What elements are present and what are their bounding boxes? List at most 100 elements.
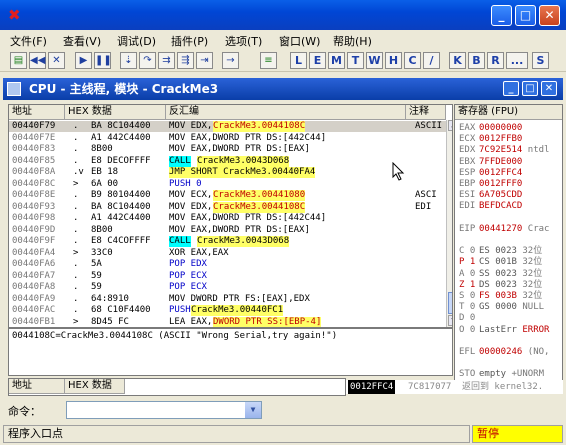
menu-options[interactable]: 选项(T): [225, 33, 262, 49]
cpu-close-button[interactable]: ✕: [541, 81, 557, 96]
rewind-icon[interactable]: ◀◀: [29, 52, 46, 69]
threads-button[interactable]: T: [347, 52, 364, 69]
register-row[interactable]: EIP 00441270 Crac: [459, 224, 549, 235]
cpu-button[interactable]: C: [404, 52, 421, 69]
register-row[interactable]: [459, 358, 479, 369]
disasm-row[interactable]: 00440F79. BA 8C104400 MOV EDX, CrackMe3.004…: [9, 121, 451, 132]
patches-button[interactable]: /: [423, 52, 440, 69]
disasm-row[interactable]: 00440FA8. 59 POP ECX: [9, 282, 451, 293]
breakpoints-button[interactable]: B: [468, 52, 485, 69]
register-row[interactable]: T 0 GS 0000 NULL: [459, 302, 544, 313]
menu-view[interactable]: 查看(V): [63, 33, 101, 49]
register-row[interactable]: D 0: [459, 313, 479, 324]
step-into-icon[interactable]: ⇣: [120, 52, 137, 69]
dump-pane[interactable]: 地址 HEX 数据: [8, 378, 346, 396]
register-row[interactable]: EDX 7C92E514 ntdl: [459, 145, 549, 156]
source-button[interactable]: S: [532, 52, 549, 69]
references-button[interactable]: R: [487, 52, 504, 69]
disasm-row[interactable]: 00440F98. A1 442C4400 MOV EAX,DWORD PTR DS…: [9, 213, 451, 224]
menu-debug[interactable]: 调试(D): [117, 33, 156, 49]
disasm-address: 00440F8E: [12, 190, 56, 200]
col-header-address[interactable]: 地址: [9, 105, 65, 120]
registers-header[interactable]: 寄存器 (FPU): [455, 105, 562, 120]
trace-into-icon[interactable]: ⇉: [158, 52, 175, 69]
disasm-row[interactable]: 00440FA4 >33C0 XOR EAX,EAX: [9, 248, 451, 259]
disasm-row[interactable]: 00440F9F. E8 C4COFFFF CALL CrackMe3.0043D06…: [9, 236, 451, 247]
dump-col-address[interactable]: 地址: [9, 379, 65, 394]
register-row[interactable]: Z 1 DS 0023 32位: [459, 280, 542, 291]
disasm-row[interactable]: 00440F9D. 8B00 MOV EAX,DWORD PTR DS:[EAX]: [9, 225, 451, 236]
disasm-row[interactable]: 00440FAC. 68 C10F4400 PUSH CrackMe3.00440FC…: [9, 305, 451, 316]
register-row[interactable]: ESI 6A705CDD: [459, 190, 522, 201]
status-message: 程序入口点: [3, 425, 470, 443]
cpu-maximize-button[interactable]: □: [522, 81, 538, 96]
chevron-down-icon[interactable]: ▼: [245, 402, 261, 418]
disasm-row[interactable]: 00440F85. E8 DECOFFFF CALL CrackMe3.0043D06…: [9, 155, 451, 167]
menu-window[interactable]: 窗口(W): [279, 33, 320, 49]
trace-over-icon[interactable]: ⇶: [177, 52, 194, 69]
disasm-row[interactable]: 00440FA9. 64:8910 MOV DWORD PTR FS:[EAX],E…: [9, 294, 451, 305]
goto-icon[interactable]: →: [222, 52, 239, 69]
menu-help[interactable]: 帮助(H): [333, 33, 372, 49]
run-trace-button[interactable]: ...: [506, 52, 528, 69]
register-row[interactable]: [459, 213, 479, 224]
windows-button[interactable]: W: [366, 52, 383, 69]
run-icon[interactable]: ▶: [75, 52, 92, 69]
memory-button[interactable]: M: [328, 52, 345, 69]
command-input[interactable]: ▼: [66, 401, 262, 419]
registers-pane[interactable]: 寄存器 (FPU) EAX 00000000 ECX 0012FFB0 EDX 7C9…: [454, 104, 563, 394]
executables-button[interactable]: E: [309, 52, 326, 69]
register-row[interactable]: P 1 CS 001B 32位: [459, 257, 542, 268]
register-row[interactable]: A 0 SS 0023 32位: [459, 269, 542, 280]
menu-file[interactable]: 文件(F): [10, 33, 47, 49]
handles-button[interactable]: H: [385, 52, 402, 69]
col-header-hex[interactable]: HEX 数据: [65, 105, 166, 120]
pause-icon[interactable]: ❚❚: [94, 52, 112, 69]
disasm-row[interactable]: 00440F83. 8B00 MOV EAX,DWORD PTR DS:[EAX]: [9, 144, 451, 155]
register-row[interactable]: EFL 00000246 (NO,: [459, 347, 549, 358]
register-name: C 0: [459, 246, 476, 257]
disasm-row[interactable]: 00440F8E. B9 80104400 MOV ECX, CrackMe3.004…: [9, 190, 451, 201]
register-row[interactable]: STO empty +UNORM: [459, 369, 544, 380]
disasm-row[interactable]: 00440F8C >6A 00 PUSH 0: [9, 179, 451, 190]
disasm-row[interactable]: 00440FA6. 5A POP EDX: [9, 259, 451, 270]
disassembly-pane[interactable]: 地址 HEX 数据 反汇编 注释 00440F79. BA 8C104400 MOV…: [8, 104, 453, 328]
stack-pane[interactable]: 0012FFC4 7C817077 返回到 kernel32.: [346, 380, 563, 394]
register-row[interactable]: EDI BEFDCACD: [459, 201, 522, 212]
register-row[interactable]: ECX 0012FFB0: [459, 134, 522, 145]
scroll-up-icon[interactable]: ▲: [448, 120, 452, 131]
list-icon[interactable]: ≡: [260, 52, 277, 69]
disasm-row[interactable]: 00440F93. BA 8C104400 MOV EDX, CrackMe3.004…: [9, 201, 451, 213]
register-row[interactable]: EBP 0012FFF0: [459, 179, 522, 190]
step-over-icon[interactable]: ↷: [139, 52, 156, 69]
register-row[interactable]: [459, 235, 479, 246]
register-row[interactable]: EBX 7FFDE000: [459, 157, 522, 168]
close-file-icon[interactable]: ✕: [48, 52, 65, 69]
register-row[interactable]: O 0 LastErr ERROR: [459, 325, 549, 336]
close-button[interactable]: ✕: [539, 5, 560, 26]
disasm-row[interactable]: 00440F8A .v EB 18 JMP SHORT CrackMe3.00440F…: [9, 167, 451, 178]
register-row[interactable]: ESP 0012FFC4: [459, 168, 522, 179]
disasm-row[interactable]: 00440FA7. 59 POP ECX: [9, 271, 451, 282]
col-header-disasm[interactable]: 反汇编: [166, 105, 406, 120]
execute-till-return-icon[interactable]: ⇥: [196, 52, 213, 69]
open-icon[interactable]: ▤: [10, 52, 27, 69]
dump-col-hex[interactable]: HEX 数据: [65, 379, 125, 394]
scroll-thumb[interactable]: [448, 292, 452, 314]
call-stack-button[interactable]: K: [449, 52, 466, 69]
disasm-row[interactable]: 00440F7E. A1 442C4400 MOV EAX,DWORD PTR DS…: [9, 133, 451, 144]
menu-plugins[interactable]: 插件(P): [171, 33, 208, 49]
register-row[interactable]: [459, 336, 479, 347]
scroll-down-icon[interactable]: ▼: [448, 315, 452, 326]
maximize-button[interactable]: □: [515, 5, 536, 26]
register-row[interactable]: S 0 FS 003B 32位: [459, 291, 542, 302]
col-header-comment[interactable]: 注释: [406, 105, 446, 120]
register-row[interactable]: C 0 ES 0023 32位: [459, 246, 542, 257]
disasm-row[interactable]: 00440FB1 >8D45 FC LEA EAX, DWORD PTR SS:[EB…: [9, 316, 451, 327]
disasm-scrollbar[interactable]: ▲ ▼: [446, 120, 452, 327]
disasm-address: 00440F7E: [12, 132, 56, 143]
minimize-button[interactable]: _: [491, 5, 512, 26]
log-window-button[interactable]: L: [290, 52, 307, 69]
cpu-minimize-button[interactable]: _: [503, 81, 519, 96]
register-row[interactable]: EAX 00000000: [459, 123, 522, 134]
